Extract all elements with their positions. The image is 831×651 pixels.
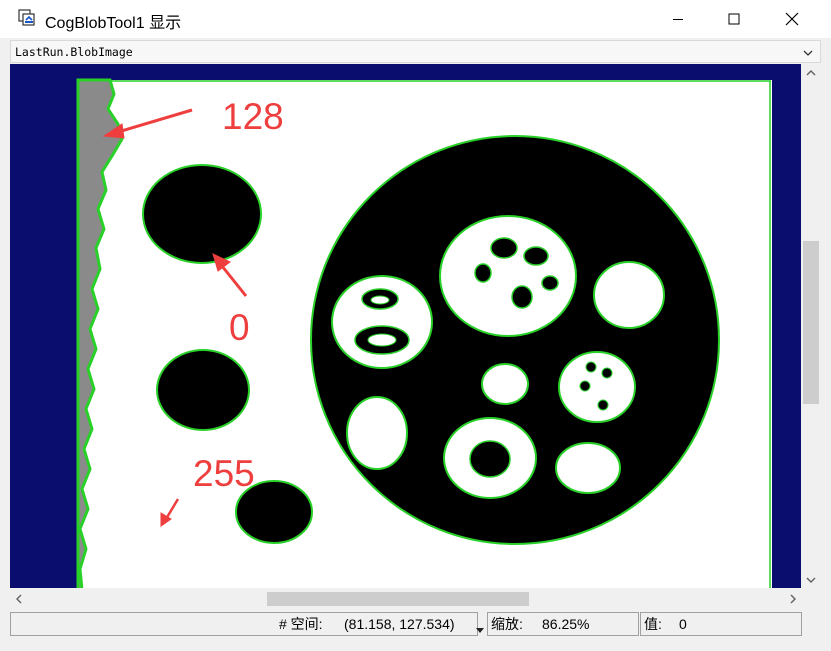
dot	[541, 275, 559, 291]
annotation-255: 255	[193, 453, 255, 494]
scroll-down-button[interactable]	[801, 571, 821, 588]
chevron-left-icon	[15, 594, 21, 604]
coordinate-readout: (81.158, 127.534)	[344, 616, 455, 632]
minimize-button[interactable]	[655, 0, 701, 38]
coordinate-space-dropdown-icon[interactable]	[476, 621, 484, 639]
scroll-left-button[interactable]	[10, 589, 27, 609]
zoom-label: 缩放:	[491, 616, 523, 632]
space-label: # 空间:	[279, 616, 323, 632]
value-pane: 值: 0	[640, 612, 802, 636]
image-view-dropdown[interactable]: LastRun.BlobImage	[10, 40, 821, 63]
vertical-scrollbar[interactable]	[801, 64, 821, 588]
zoom-pane: 缩放: 86.25%	[487, 612, 639, 636]
dot	[474, 263, 492, 283]
hole-left-bottom	[346, 396, 408, 470]
horizontal-scrollbar[interactable]	[10, 589, 801, 609]
app-icon	[18, 9, 36, 27]
annotation-0: 0	[229, 307, 250, 348]
close-button[interactable]	[769, 0, 815, 38]
hole-right-top	[593, 261, 665, 329]
maximize-icon	[728, 13, 740, 25]
dot	[585, 361, 597, 373]
chevron-right-icon	[790, 594, 796, 604]
image-view-selected: LastRun.BlobImage	[15, 45, 133, 59]
image-display[interactable]: 128 0 255	[10, 64, 801, 588]
scrollbar-corner	[801, 589, 821, 609]
chevron-down-icon	[806, 577, 816, 583]
pixel-value: 0	[679, 616, 687, 632]
annotation-128: 128	[222, 96, 284, 137]
hole-small-center	[481, 363, 529, 405]
vertical-scroll-thumb[interactable]	[803, 241, 819, 404]
hole-top	[439, 215, 577, 337]
close-icon	[785, 12, 799, 26]
blob-image: 128 0 255	[76, 78, 772, 588]
dot	[523, 246, 549, 266]
hole-right-middle	[558, 351, 636, 423]
window-title: CogBlobTool1 显示	[45, 15, 182, 32]
dot	[511, 285, 533, 309]
dot	[597, 399, 609, 411]
minimize-icon	[673, 19, 683, 20]
coordinate-pane[interactable]: # 空间: (81.158, 127.534)	[10, 612, 478, 636]
chevron-up-icon	[806, 69, 816, 75]
blob-left-middle	[156, 349, 250, 431]
zoom-value: 86.25%	[542, 616, 590, 632]
chevron-down-icon	[802, 46, 814, 64]
scroll-right-button[interactable]	[784, 589, 801, 609]
dot	[579, 380, 591, 392]
maximize-button[interactable]	[711, 0, 757, 38]
display-window: CogBlobTool1 显示 LastRun.BlobImage 128 0 …	[0, 0, 831, 651]
dot	[490, 237, 518, 259]
hole-right-bottom	[555, 442, 621, 494]
dot	[601, 367, 613, 379]
ring-center	[469, 440, 511, 478]
inner-hole	[367, 333, 397, 347]
horizontal-scroll-thumb[interactable]	[267, 592, 529, 606]
status-bar: # 空间: (81.158, 127.534) 缩放: 86.25% 值: 0	[10, 612, 802, 637]
blob-left-top	[142, 164, 262, 264]
pixel-value-label: 值:	[644, 616, 662, 632]
scroll-up-button[interactable]	[801, 64, 821, 81]
inner-hole	[370, 295, 390, 305]
title-bar: CogBlobTool1 显示	[0, 0, 831, 38]
